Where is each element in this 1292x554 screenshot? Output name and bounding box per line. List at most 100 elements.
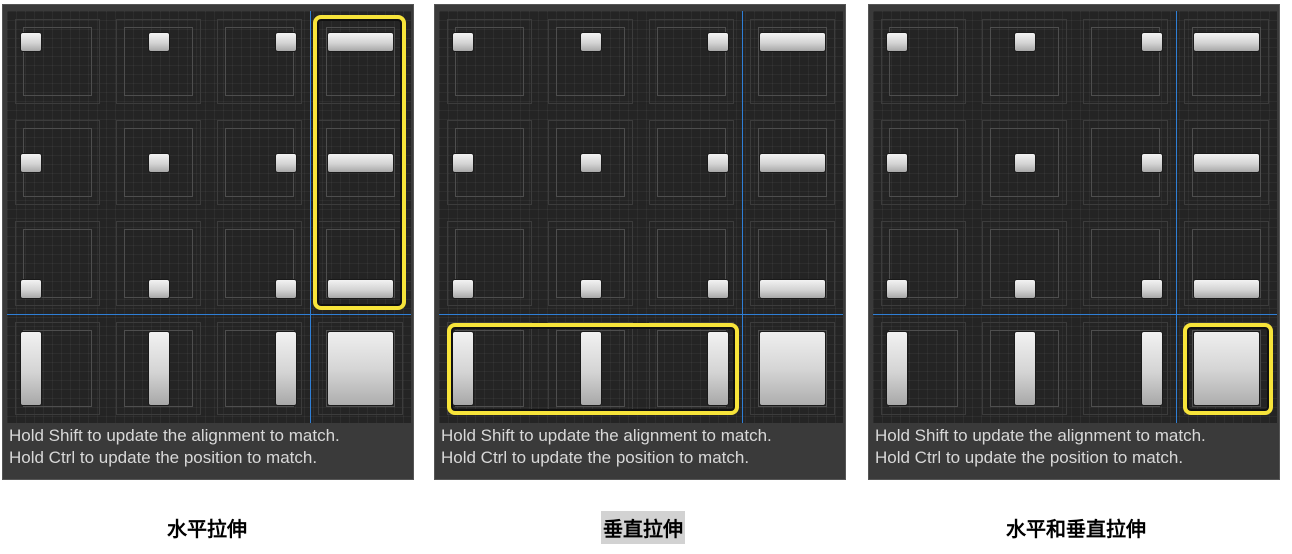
caption-full-stretch: 水平和垂直拉伸	[1006, 517, 1146, 541]
guide-line-horizontal	[439, 314, 843, 315]
anchor-preset-icon	[276, 280, 296, 298]
anchor-preset-icon	[580, 153, 601, 172]
anchor-preset-bottom-left[interactable]	[439, 213, 540, 314]
anchor-preset-center-stretch[interactable]	[1176, 112, 1277, 213]
anchor-preset-top-right[interactable]	[209, 11, 310, 112]
anchor-preset-center-right[interactable]	[641, 112, 742, 213]
anchor-preset-top-right[interactable]	[1075, 11, 1176, 112]
anchor-preset-icon	[1142, 153, 1162, 172]
hint-text: Hold Shift to update the alignment to ma…	[875, 425, 1206, 469]
anchor-preset-top-right[interactable]	[641, 11, 742, 112]
anchor-preset-icon	[760, 332, 825, 405]
anchor-preset-icon	[1014, 153, 1035, 172]
anchor-preset-top-left[interactable]	[439, 11, 540, 112]
anchor-preset-stretch-left[interactable]	[873, 314, 974, 423]
anchor-preset-icon	[148, 33, 169, 51]
anchor-panel-full-stretch: Hold Shift to update the alignment to ma…	[868, 4, 1280, 480]
anchor-preset-center-right[interactable]	[1075, 112, 1176, 213]
anchor-preset-icon	[148, 332, 169, 405]
anchor-panel-vertical-stretch: Hold Shift to update the alignment to ma…	[434, 4, 846, 480]
anchor-preset-icon	[580, 33, 601, 51]
anchor-preset-icon	[1142, 280, 1162, 298]
hint-line-shift: Hold Shift to update the alignment to ma…	[9, 426, 340, 445]
guide-line-horizontal	[7, 314, 411, 315]
anchor-preset-icon	[1142, 33, 1162, 51]
anchor-preset-icon	[1142, 332, 1162, 405]
anchor-preset-bottom-right[interactable]	[209, 213, 310, 314]
anchor-preset-top-center[interactable]	[974, 11, 1075, 112]
anchor-preset-icon	[21, 280, 41, 298]
anchor-preset-icon	[453, 33, 473, 51]
anchor-preset-center-left[interactable]	[873, 112, 974, 213]
anchor-preset-icon	[708, 153, 728, 172]
anchor-grid	[873, 11, 1277, 423]
anchor-preset-icon	[887, 33, 907, 51]
hint-line-shift: Hold Shift to update the alignment to ma…	[441, 426, 772, 445]
anchor-preset-bottom-right[interactable]	[1075, 213, 1176, 314]
anchor-preset-top-left[interactable]	[7, 11, 108, 112]
anchor-preset-center-left[interactable]	[439, 112, 540, 213]
anchor-preset-icon	[887, 280, 907, 298]
anchor-preset-icon	[760, 153, 825, 172]
guide-line-vertical	[310, 11, 311, 423]
anchor-preset-icon	[708, 33, 728, 51]
anchor-preset-stretch-stretch[interactable]	[742, 314, 843, 423]
guide-line-vertical	[742, 11, 743, 423]
anchor-grid	[439, 11, 843, 423]
anchor-preset-icon	[1194, 33, 1259, 51]
anchor-preset-center-stretch[interactable]	[742, 112, 843, 213]
anchor-preset-bottom-left[interactable]	[873, 213, 974, 314]
anchor-preset-stretch-center[interactable]	[108, 314, 209, 423]
anchor-preset-bottom-stretch[interactable]	[1176, 213, 1277, 314]
anchor-preset-center-center[interactable]	[108, 112, 209, 213]
anchor-panel-horizontal-stretch: Hold Shift to update the alignment to ma…	[2, 4, 414, 480]
anchor-preset-icon	[1014, 33, 1035, 51]
anchor-preset-icon	[276, 332, 296, 405]
guide-line-vertical	[1176, 11, 1177, 423]
anchor-preset-icon	[148, 280, 169, 298]
anchor-preset-icon	[276, 153, 296, 172]
anchor-preset-center-right[interactable]	[209, 112, 310, 213]
anchor-preset-top-center[interactable]	[108, 11, 209, 112]
anchor-preset-top-stretch[interactable]	[1176, 11, 1277, 112]
anchor-preset-icon	[276, 33, 296, 51]
selection-highlight	[447, 323, 739, 415]
anchor-preset-icon	[580, 280, 601, 298]
anchor-preset-stretch-right[interactable]	[1075, 314, 1176, 423]
anchor-preset-icon	[887, 153, 907, 172]
anchor-preset-icon	[1014, 332, 1035, 405]
hint-text: Hold Shift to update the alignment to ma…	[441, 425, 772, 469]
anchor-preset-icon	[1194, 280, 1259, 298]
anchor-preset-icon	[148, 153, 169, 172]
anchor-preset-center-center[interactable]	[974, 112, 1075, 213]
anchor-preset-bottom-center[interactable]	[974, 213, 1075, 314]
anchor-preset-center-center[interactable]	[540, 112, 641, 213]
hint-line-ctrl: Hold Ctrl to update the position to matc…	[875, 448, 1184, 467]
anchor-preset-icon	[21, 153, 41, 172]
anchor-preset-stretch-right[interactable]	[209, 314, 310, 423]
guide-line-horizontal	[873, 314, 1277, 315]
anchor-preset-stretch-left[interactable]	[7, 314, 108, 423]
anchor-preset-icon	[760, 33, 825, 51]
anchor-preset-top-left[interactable]	[873, 11, 974, 112]
hint-line-ctrl: Hold Ctrl to update the position to matc…	[9, 448, 318, 467]
anchor-preset-icon	[328, 332, 393, 405]
anchor-preset-icon	[887, 332, 907, 405]
hint-line-ctrl: Hold Ctrl to update the position to matc…	[441, 448, 750, 467]
anchor-preset-center-left[interactable]	[7, 112, 108, 213]
anchor-preset-bottom-stretch[interactable]	[742, 213, 843, 314]
selection-highlight	[1183, 323, 1273, 415]
anchor-preset-icon	[453, 153, 473, 172]
selection-highlight	[313, 15, 406, 310]
anchor-preset-stretch-stretch[interactable]	[310, 314, 411, 423]
anchor-preset-top-center[interactable]	[540, 11, 641, 112]
anchor-preset-top-stretch[interactable]	[742, 11, 843, 112]
anchor-preset-icon	[708, 280, 728, 298]
anchor-preset-bottom-center[interactable]	[540, 213, 641, 314]
anchor-preset-stretch-center[interactable]	[974, 314, 1075, 423]
anchor-preset-bottom-right[interactable]	[641, 213, 742, 314]
anchor-preset-bottom-left[interactable]	[7, 213, 108, 314]
anchor-grid	[7, 11, 411, 423]
anchor-preset-bottom-center[interactable]	[108, 213, 209, 314]
hint-line-shift: Hold Shift to update the alignment to ma…	[875, 426, 1206, 445]
